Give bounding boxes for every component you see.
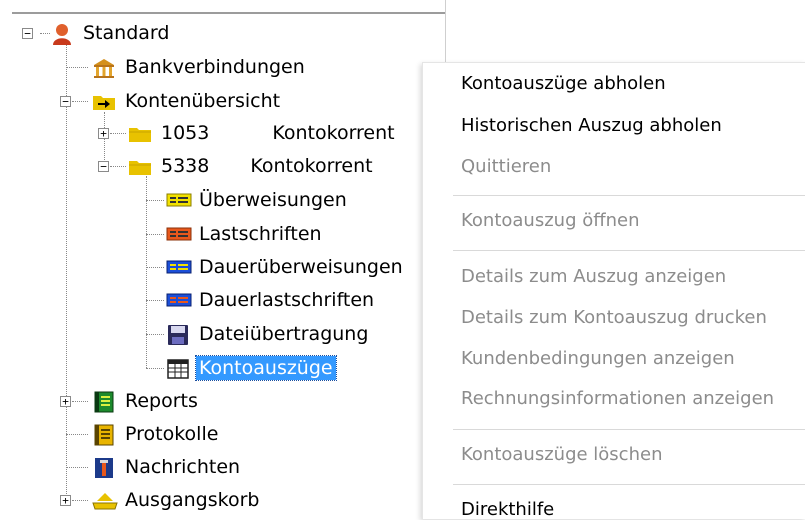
tree-line-file (146, 334, 164, 335)
debit-form-icon (166, 223, 192, 245)
tree-line-5338-children (146, 176, 147, 368)
folder-icon (128, 122, 152, 144)
tree-item-label: Dauerüberweisungen (199, 256, 403, 278)
account-number: 1053 (161, 122, 210, 144)
tree-line-root-h (40, 33, 50, 34)
tree-item-dauerlastschriften[interactable]: Dauerlastschriften (166, 286, 377, 314)
report-book-icon (92, 390, 116, 413)
floppy-disk-icon (166, 323, 190, 345)
tree-item-label: Überweisungen (199, 189, 347, 211)
tree-item-lastschriften[interactable]: Lastschriften (166, 220, 325, 248)
menu-item-details-zum-kontoauszug-drucken[interactable]: Details zum Kontoauszug drucken (461, 307, 767, 328)
tree-line-messages (66, 467, 88, 468)
tree-item-label: Protokolle (125, 423, 219, 445)
context-menu: Kontoauszüge abholen Historischen Auszug… (422, 62, 805, 520)
menu-item-kontoauszuege-abholen[interactable]: Kontoauszüge abholen (461, 73, 666, 94)
tree-item-label: Lastschriften (199, 223, 322, 245)
collapse-root-icon[interactable]: − (22, 28, 33, 39)
tree-line-overview (72, 101, 88, 102)
tree-item-kontoauszuege[interactable]: Kontoauszüge (166, 354, 337, 382)
tree-item-nachrichten[interactable]: Nachrichten (92, 453, 243, 481)
tree-item-dauerueberweisungen[interactable]: Dauerüberweisungen (166, 253, 406, 281)
menu-item-kontoauszuege-loeschen[interactable]: Kontoauszüge löschen (461, 444, 662, 465)
menu-item-kundenbedingungen-anzeigen[interactable]: Kundenbedingungen anzeigen (461, 348, 735, 369)
tree-line-debits (146, 234, 164, 235)
statement-grid-icon (166, 357, 190, 379)
log-book-icon (92, 423, 116, 446)
tree-line-standing (146, 267, 164, 268)
expand-outbox-icon[interactable]: + (60, 495, 71, 506)
outbox-tray-icon (92, 489, 118, 511)
tree-item-account-1053[interactable]: 1053 Kontokorrent (128, 119, 395, 147)
tree-line-statements (146, 368, 164, 369)
tree-item-label: Ausgangskorb (125, 489, 260, 511)
messages-icon (92, 456, 116, 478)
tree-line-outbox (72, 500, 88, 501)
tree-item-label: Dauerlastschriften (199, 289, 375, 311)
account-number: 5338 (161, 155, 210, 177)
account-type: Kontokorrent (250, 155, 373, 177)
menu-item-historischen-auszug-abholen[interactable]: Historischen Auszug abholen (461, 115, 722, 136)
menu-item-rechnungsinformationen-anzeigen[interactable]: Rechnungsinformationen anzeigen (461, 388, 774, 409)
expand-1053-icon[interactable]: + (98, 128, 109, 139)
transfer-form-icon (166, 189, 192, 211)
tree-item-dateiuebertragung[interactable]: Dateiübertragung (166, 320, 371, 348)
tree-item-label: Reports (125, 390, 198, 412)
tree-item-kontenuebersicht[interactable]: Kontenübersicht (92, 87, 283, 115)
tree-line-bank (66, 67, 88, 68)
tree-item-label: Bankverbindungen (125, 56, 305, 78)
tree-item-label: Kontenübersicht (125, 90, 281, 112)
tree-item-ueberweisungen[interactable]: Überweisungen (166, 186, 350, 214)
tree-item-account-5338[interactable]: 5338 Kontokorrent (128, 152, 373, 180)
tree-item-bankverbindungen[interactable]: Bankverbindungen (92, 53, 308, 81)
tree-item-label: Standard (83, 22, 170, 44)
tree-top-border (12, 12, 445, 14)
menu-separator (453, 250, 805, 251)
navigation-tree: − − + − + + Standard Bankverbindungen Ko… (0, 0, 446, 518)
tree-item-reports[interactable]: Reports (92, 387, 201, 415)
tree-item-label-selected: Kontoauszüge (195, 355, 337, 381)
folder-icon (128, 155, 152, 177)
tree-item-ausgangskorb[interactable]: Ausgangskorb (92, 486, 262, 514)
expand-reports-icon[interactable]: + (60, 396, 71, 407)
tree-line-logs (66, 434, 88, 435)
bank-icon (92, 56, 116, 78)
menu-item-kontoauszug-oeffnen[interactable]: Kontoauszug öffnen (461, 210, 640, 231)
menu-item-direkthilfe[interactable]: Direkthilfe (461, 499, 554, 520)
tree-item-label: Dateiübertragung (199, 323, 369, 345)
tree-line-reports (72, 401, 88, 402)
tree-line-5338 (110, 166, 126, 167)
menu-item-details-zum-auszug-anzeigen[interactable]: Details zum Auszug anzeigen (461, 266, 726, 287)
tree-line-1053 (110, 133, 126, 134)
collapse-overview-icon[interactable]: − (60, 96, 71, 107)
tree-line-transfers (146, 200, 164, 201)
tree-item-protokolle[interactable]: Protokolle (92, 420, 221, 448)
account-type: Kontokorrent (272, 122, 395, 144)
tree-item-label: Nachrichten (125, 456, 241, 478)
menu-item-quittieren[interactable]: Quittieren (461, 156, 551, 177)
user-icon (50, 22, 74, 45)
tree-item-standard[interactable]: Standard (50, 19, 172, 47)
folder-arrow-icon (92, 90, 116, 112)
collapse-5338-icon[interactable]: − (98, 161, 109, 172)
menu-separator (453, 429, 805, 430)
tree-line-root (66, 44, 67, 500)
standing-order-icon (166, 256, 192, 278)
menu-separator (453, 484, 805, 485)
menu-separator (453, 195, 805, 196)
recurring-debit-icon (166, 289, 192, 311)
tree-line-recurring (146, 300, 164, 301)
